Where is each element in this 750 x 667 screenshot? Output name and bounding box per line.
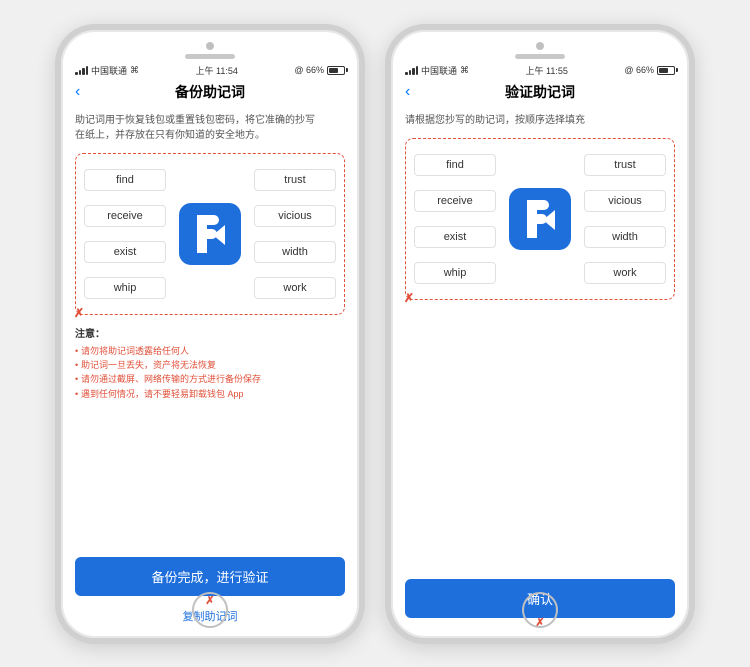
status-bar-1: 中国联通 ⌘ 上午 11:54 @ 66% xyxy=(61,58,359,79)
battery-pct-1: @ 66% xyxy=(294,65,324,75)
verify-word-exist[interactable]: exist xyxy=(414,226,496,248)
phone-verify: 中国联通 ⌘ 上午 11:55 @ 66% ‹ 验证助记词 请根据您抄写的助记词… xyxy=(385,24,695,644)
battery-pct-2: @ 66% xyxy=(624,65,654,75)
status-left-1: 中国联通 ⌘ xyxy=(75,64,139,77)
note-1: 请勿将助记词透露给任何人 xyxy=(75,344,345,358)
word-receive: receive xyxy=(84,205,166,227)
status-right-2: @ 66% xyxy=(624,65,675,75)
nav-bar-2: ‹ 验证助记词 xyxy=(391,79,689,105)
carrier-1: 中国联通 xyxy=(91,64,127,77)
status-bar-2: 中国联通 ⌘ 上午 11:55 @ 66% xyxy=(391,58,689,79)
verify-word-vicious[interactable]: vicious xyxy=(584,190,666,212)
logo-cell-2 xyxy=(500,188,580,250)
home-button-1[interactable] xyxy=(192,592,228,628)
word-work: work xyxy=(254,277,336,299)
mnemonic-grid-2: find trust receive vicious exist widt xyxy=(414,149,666,289)
verify-word-receive[interactable]: receive xyxy=(414,190,496,212)
word-exist: exist xyxy=(84,241,166,263)
signal-bars-1 xyxy=(75,66,88,75)
logo-cell xyxy=(170,203,250,265)
verify-word-width[interactable]: width xyxy=(584,226,666,248)
tp-logo-2 xyxy=(509,188,571,250)
verify-word-whip[interactable]: whip xyxy=(414,262,496,284)
mnemonic-corner-mark-2: ✗ xyxy=(404,291,414,305)
mnemonic-box-2: find trust receive vicious exist widt xyxy=(405,138,675,300)
home-button-2[interactable] xyxy=(522,592,558,628)
page-title-2: 验证助记词 xyxy=(505,82,575,102)
screen-content-2: 请根据您抄写的助记词，按顺序选择填充 find trust recei xyxy=(391,105,689,638)
back-button-1[interactable]: ‹ xyxy=(75,83,80,101)
back-button-2[interactable]: ‹ xyxy=(405,83,410,101)
word-width: width xyxy=(254,241,336,263)
time-1: 上午 11:54 xyxy=(196,64,238,77)
notes-title-1: 注意： xyxy=(75,325,345,340)
mnemonic-corner-mark: ✗ xyxy=(74,306,84,320)
tp-logo xyxy=(179,203,241,265)
note-3: 请勿通过截屏、网络传输的方式进行备份保存 xyxy=(75,372,345,386)
nav-bar-1: ‹ 备份助记词 xyxy=(61,79,359,105)
verify-word-find[interactable]: find xyxy=(414,154,496,176)
signal-bars-2 xyxy=(405,66,418,75)
mnemonic-box-1: find trust receive viciou xyxy=(75,153,345,315)
phone-speaker-2 xyxy=(515,54,565,59)
mnemonic-grid-1: find trust receive viciou xyxy=(84,164,336,304)
page-title-1: 备份助记词 xyxy=(175,82,245,102)
battery-icon-2 xyxy=(657,66,675,75)
verify-word-work[interactable]: work xyxy=(584,262,666,284)
wifi-icon-1: ⌘ xyxy=(130,65,139,76)
phone-speaker xyxy=(185,54,235,59)
description-1: 助记词用于恢复钱包或重置钱包密码，将它准确的抄写在纸上，并存放在只有你知道的安全… xyxy=(75,113,345,143)
word-find: find xyxy=(84,169,166,191)
verify-word-trust[interactable]: trust xyxy=(584,154,666,176)
status-left-2: 中国联通 ⌘ xyxy=(405,64,469,77)
battery-icon-1 xyxy=(327,66,345,75)
phone-backup: 中国联通 ⌘ 上午 11:54 @ 66% ‹ 备份助记词 助记词用于恢复钱包或… xyxy=(55,24,365,644)
backup-done-button[interactable]: 备份完成，进行验证 xyxy=(75,557,345,596)
time-2: 上午 11:55 xyxy=(526,64,568,77)
screen-content-1: 助记词用于恢复钱包或重置钱包密码，将它准确的抄写在纸上，并存放在只有你知道的安全… xyxy=(61,105,359,638)
wifi-icon-2: ⌘ xyxy=(460,65,469,76)
carrier-2: 中国联通 xyxy=(421,64,457,77)
verify-description: 请根据您抄写的助记词，按顺序选择填充 xyxy=(405,113,675,128)
word-vicious: vicious xyxy=(254,205,336,227)
word-trust: trust xyxy=(254,169,336,191)
notes-section-1: 注意： 请勿将助记词透露给任何人 助记词一旦丢失，资产将无法恢复 请勿通过截屏、… xyxy=(75,325,345,402)
note-4: 遇到任何情况，请不要轻易卸载钱包 App xyxy=(75,387,345,401)
word-whip: whip xyxy=(84,277,166,299)
status-right-1: @ 66% xyxy=(294,65,345,75)
note-2: 助记词一旦丢失，资产将无法恢复 xyxy=(75,358,345,372)
